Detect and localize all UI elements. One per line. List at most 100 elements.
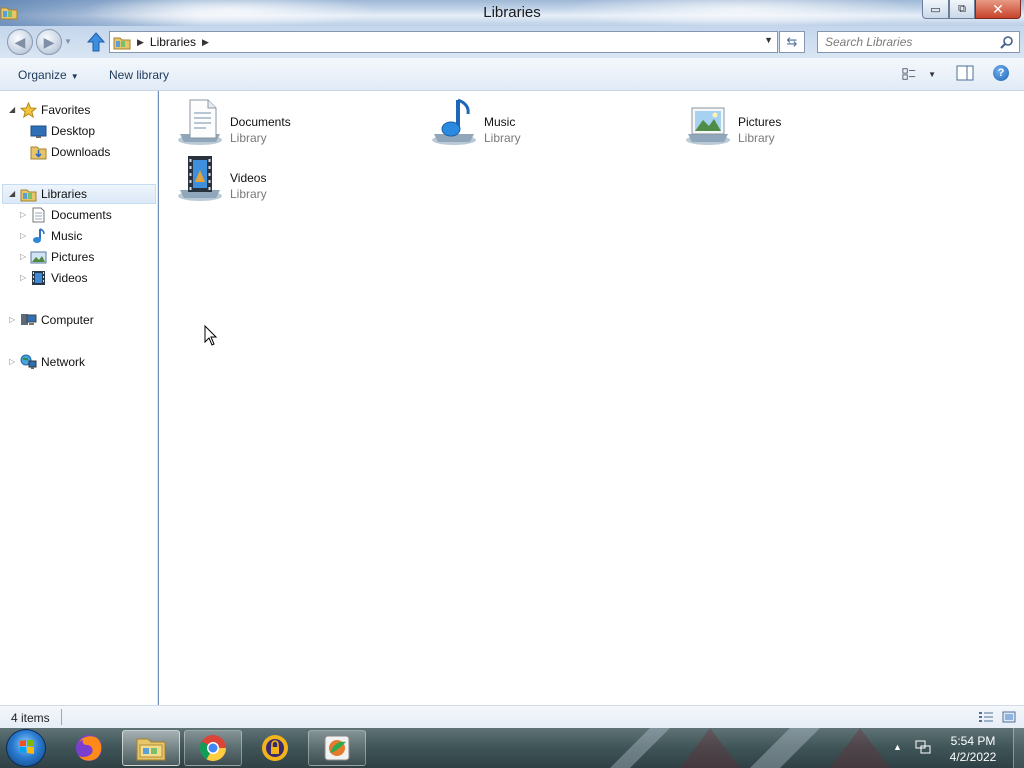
music-library-icon [432,98,476,145]
close-button[interactable]: ✕ [975,0,1021,19]
chevron-down-icon: ▼ [70,72,79,81]
firefox-icon [76,735,102,761]
libraries-folder-icon [113,37,131,50]
organize-menu-button[interactable]: Organize ▼ [18,68,79,82]
tree-item-pictures[interactable]: Pictures [30,247,94,267]
network-status-icon[interactable] [915,739,931,755]
tree-item-label: Network [41,355,86,369]
help-button[interactable]: ? [993,65,1009,81]
item-count: 4 items [11,711,50,725]
clock-date: 4/2/2022 [949,750,997,764]
taskbar-chrome[interactable] [184,730,242,766]
collapsed-arrow-icon[interactable]: ▷ [20,210,26,219]
desktop-icon [30,125,47,138]
library-tile-pictures[interactable]: Pictures Library [684,98,924,150]
breadcrumb-libraries[interactable]: Libraries [150,35,196,49]
taskbar: ▲ 5:54 PM 4/2/2022 [0,728,1024,768]
change-view-button[interactable]: ▼ [902,66,936,82]
search-box[interactable] [817,31,1020,53]
view-options-icon [902,68,916,80]
address-history-dropdown-icon[interactable]: ▼ [764,35,773,45]
start-button[interactable] [6,729,46,767]
tree-item-videos[interactable]: Videos [30,268,87,288]
title-bar[interactable]: Libraries ▭ ⧉ ✕ [0,0,1024,30]
recent-pages-chevron-icon[interactable]: ▼ [64,37,72,46]
collapsed-arrow-icon[interactable]: ▷ [20,252,26,261]
back-button[interactable]: ◀ [7,29,33,55]
show-hidden-icons-icon[interactable]: ▲ [893,742,902,752]
restore-button[interactable]: ⧉ [949,0,975,19]
library-type: Library [484,131,521,145]
tree-item-downloads[interactable]: Downloads [30,142,110,162]
taskbar-paint-app[interactable] [308,730,366,766]
computer-icon [21,314,37,325]
up-arrow-icon[interactable] [87,32,105,52]
expanded-arrow-icon[interactable]: ◢ [9,105,15,114]
minimize-button[interactable]: ▭ [922,0,949,19]
tree-item-label: Pictures [51,250,95,264]
navigation-bar: ◀ ▶ ▼ ▶ Libraries ▶ ▼ ⇆ [0,26,1024,58]
tree-item-documents[interactable]: Documents [30,205,112,225]
library-tile-videos[interactable]: Videos Library [176,154,416,206]
tree-item-network[interactable]: Network [20,352,85,372]
breadcrumb-separator-icon[interactable]: ▶ [202,37,209,48]
forward-button[interactable]: ▶ [36,29,62,55]
show-desktop-button[interactable] [1013,728,1024,768]
library-type: Library [230,187,267,201]
search-input[interactable] [818,32,988,52]
tree-item-libraries[interactable]: Libraries [2,184,156,204]
tree-item-label: Computer [41,313,94,327]
collapsed-arrow-icon[interactable]: ▷ [9,315,15,324]
documents-icon [32,207,45,223]
library-tile-documents[interactable]: Documents Library [176,98,416,150]
new-library-button[interactable]: New library [109,68,169,82]
library-name: Music [484,115,516,129]
collapsed-arrow-icon[interactable]: ▷ [9,357,15,366]
large-icons-view-icon[interactable] [1002,711,1016,723]
minimize-icon: ▭ [930,3,941,16]
tree-item-desktop[interactable]: Desktop [30,121,95,141]
collapsed-arrow-icon[interactable]: ▷ [20,273,26,282]
chevron-down-icon: ▼ [928,69,936,79]
search-icon[interactable] [1000,35,1014,49]
details-view-icon[interactable] [978,711,994,723]
status-bar: 4 items [0,705,1024,728]
videos-library-icon [178,156,222,201]
library-tile-music[interactable]: Music Library [430,98,670,150]
library-type: Library [230,131,267,145]
expanded-arrow-icon[interactable]: ◢ [9,189,15,198]
address-bar[interactable]: ▶ Libraries ▶ ▼ [109,31,778,53]
music-note-icon [33,228,45,243]
help-icon: ? [997,67,1005,79]
tree-item-music[interactable]: Music [30,226,82,246]
network-globe-icon [20,354,37,369]
breadcrumb-separator-icon[interactable]: ▶ [137,37,144,48]
system-clock[interactable]: 5:54 PM 4/2/2022 [940,733,1006,765]
library-name: Documents [230,115,291,129]
libraries-folder-icon [20,189,37,202]
mouse-cursor-icon [204,325,218,346]
taskbar-explorer[interactable] [122,730,180,766]
tree-item-favorites[interactable]: Favorites [20,100,90,120]
tree-item-label: Documents [51,208,112,222]
taskbar-vpn[interactable] [246,730,304,766]
wallpaper-art [610,728,890,768]
explorer-icon [136,738,166,761]
tree-item-computer[interactable]: Computer [20,310,94,330]
organize-label: Organize [18,68,67,82]
paint-app-icon [324,735,350,761]
command-bar: Organize ▼ New library ▼ ? [0,58,1024,91]
favorites-star-icon [20,102,37,118]
pictures-icon [30,251,47,264]
forward-arrow-icon: ▶ [43,33,55,50]
chrome-icon [199,735,227,762]
preview-pane-icon[interactable] [956,65,974,81]
restore-icon: ⧉ [958,2,966,15]
pictures-library-icon [686,107,730,145]
content-area: Documents Library Music Library Pictures… [159,91,1024,705]
videos-film-icon [32,271,45,285]
taskbar-firefox[interactable] [60,730,118,766]
refresh-button[interactable]: ⇆ [779,31,805,53]
collapsed-arrow-icon[interactable]: ▷ [20,231,26,240]
tree-item-label: Music [51,229,83,243]
